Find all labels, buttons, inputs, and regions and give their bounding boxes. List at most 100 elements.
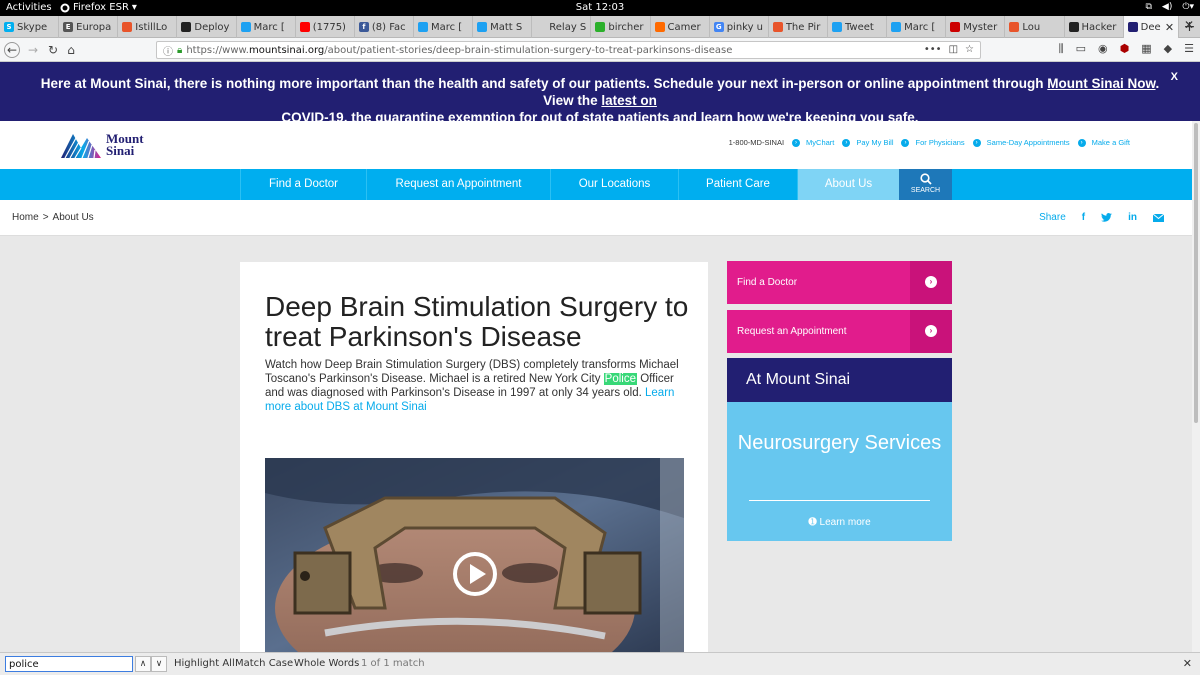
- find-match-highlight: Police: [603, 373, 637, 385]
- page-title: Deep Brain Stimulation Surgery to treat …: [265, 291, 689, 352]
- extension-icon[interactable]: ◆: [1164, 42, 1172, 56]
- favicon-icon: [181, 22, 192, 32]
- tab[interactable]: Marc [: [237, 16, 296, 38]
- tab[interactable]: bircher: [591, 16, 651, 38]
- ublock-icon[interactable]: ⬢: [1120, 42, 1130, 56]
- nav-find-a-doctor[interactable]: Find a Doctor: [240, 169, 366, 200]
- home-button[interactable]: ⌂: [62, 42, 80, 58]
- utility-link[interactable]: › Same-Day Appointments: [972, 138, 1070, 147]
- tab[interactable]: Marc [: [414, 16, 474, 38]
- tab[interactable]: Hacker: [1065, 16, 1124, 38]
- sidebar-icon[interactable]: ▭: [1076, 42, 1086, 56]
- pocket-icon[interactable]: ◫: [949, 44, 958, 55]
- tab[interactable]: Relay Sear: [532, 16, 592, 38]
- chevron-right-icon: ›: [972, 138, 981, 147]
- find-input[interactable]: [5, 656, 133, 672]
- lock-icon[interactable]: 🔒︎: [177, 45, 182, 56]
- tab[interactable]: The Pir: [769, 16, 828, 38]
- utility-link[interactable]: › Pay My Bill: [842, 138, 893, 147]
- favicon-icon: [891, 22, 902, 32]
- link-text: latest on: [601, 93, 657, 108]
- tab[interactable]: Myster: [946, 16, 1006, 38]
- highlight-all-toggle[interactable]: Highlight All: [174, 658, 235, 669]
- video-player[interactable]: [265, 458, 684, 652]
- tab[interactable]: S Skype: [0, 16, 60, 38]
- address-bar[interactable]: ⓘ 🔒︎ https://www.mountsinai.org/about/pa…: [156, 41, 981, 59]
- navigation-toolbar: ← → ↻ ⌂ ⓘ 🔒︎ https://www.mountsinai.org/…: [0, 38, 1200, 62]
- bookmark-star-icon[interactable]: ☆: [965, 44, 974, 55]
- find-previous-button[interactable]: ∧: [135, 656, 151, 672]
- tab[interactable]: E Europa: [59, 16, 119, 38]
- mount-sinai-now-link[interactable]: Mount Sinai Now: [1047, 76, 1155, 91]
- find-next-button[interactable]: ∨: [151, 656, 167, 672]
- match-case-toggle[interactable]: Match Case: [235, 658, 293, 669]
- url-text[interactable]: https://www.mountsinai.org/about/patient…: [186, 45, 732, 56]
- tab[interactable]: Lou: [1005, 16, 1065, 38]
- tab[interactable]: Marc [: [887, 16, 947, 38]
- play-icon: [470, 564, 486, 584]
- info-icon[interactable]: ⓘ: [163, 43, 173, 58]
- utility-link-label: MyChart: [806, 138, 835, 147]
- utility-link-label: Same-Day Appointments: [986, 138, 1070, 147]
- breadcrumb-current[interactable]: About Us: [53, 212, 94, 223]
- mount-sinai-logo[interactable]: Mount Sinai: [60, 131, 144, 159]
- tab-label: Matt S: [490, 21, 523, 33]
- scrollbar-thumb[interactable]: [1194, 123, 1198, 423]
- nav-request-appointment[interactable]: Request an Appointment: [366, 169, 550, 200]
- tab[interactable]: (1775): [296, 16, 355, 38]
- system-tray[interactable]: ⧉ ◀) ⏻▾: [1145, 2, 1194, 12]
- extension-icon[interactable]: ◉: [1098, 42, 1108, 56]
- page-actions-icon[interactable]: •••: [924, 44, 942, 55]
- page-scrollbar[interactable]: [1192, 121, 1200, 653]
- tab-close-icon[interactable]: ✕: [1165, 21, 1174, 34]
- cta-find-a-doctor[interactable]: Find a Doctor ›: [727, 261, 952, 304]
- find-close-icon[interactable]: ✕: [1183, 657, 1192, 670]
- breadcrumb-home[interactable]: Home: [12, 212, 39, 223]
- menu-icon[interactable]: ☰: [1184, 42, 1194, 56]
- email-icon[interactable]: [1153, 213, 1164, 222]
- tab[interactable]: Deploy: [177, 16, 237, 38]
- close-window-icon[interactable]: ✕: [1184, 18, 1194, 32]
- cta-label: Request an Appointment: [737, 326, 847, 337]
- utility-link[interactable]: › For Physicians: [901, 138, 965, 147]
- favicon-icon: f: [358, 22, 369, 32]
- tab[interactable]: Camer: [651, 16, 710, 38]
- favicon-icon: S: [4, 22, 14, 32]
- phone-number[interactable]: 1-800-MD-SINAI: [729, 138, 784, 147]
- tab[interactable]: f (8) Fac: [355, 16, 414, 38]
- nav-about-us[interactable]: About Us: [797, 169, 899, 200]
- back-button[interactable]: ←: [4, 42, 20, 58]
- share-label: Share: [1039, 212, 1066, 223]
- facebook-icon[interactable]: f: [1082, 212, 1085, 223]
- tab-label: Deploy: [194, 21, 230, 33]
- extension-icon[interactable]: ▦: [1141, 42, 1151, 56]
- tab[interactable]: Gpinky u: [710, 16, 769, 38]
- banner-close-button[interactable]: X: [1171, 69, 1178, 86]
- tab[interactable]: Tweet: [828, 16, 888, 38]
- nav-search-button[interactable]: SEARCH: [899, 169, 952, 200]
- whole-words-toggle[interactable]: Whole Words: [294, 658, 359, 669]
- favicon-icon: E: [63, 22, 74, 32]
- twitter-icon[interactable]: [1101, 213, 1113, 222]
- nav-our-locations[interactable]: Our Locations: [550, 169, 678, 200]
- forward-button[interactable]: →: [24, 42, 42, 58]
- clock[interactable]: Sat 12:03: [0, 2, 1200, 13]
- nav-patient-care[interactable]: Patient Care: [678, 169, 797, 200]
- reload-button[interactable]: ↻: [44, 42, 62, 58]
- tab-active[interactable]: Dee ✕: [1123, 16, 1180, 38]
- play-button[interactable]: [453, 552, 497, 596]
- forward-arrow-icon: →: [27, 43, 39, 57]
- linkedin-icon[interactable]: in: [1128, 212, 1137, 223]
- cta-request-appointment[interactable]: Request an Appointment ›: [727, 310, 952, 353]
- tab-label: Europa: [76, 21, 112, 33]
- tab[interactable]: Matt S: [473, 16, 533, 38]
- utility-link[interactable]: › Make a Gift: [1077, 138, 1130, 147]
- neurosurgery-card[interactable]: Neurosurgery Services ➊ Learn more: [727, 402, 952, 541]
- learn-more-link[interactable]: ➊ Learn more: [727, 517, 952, 528]
- utility-link[interactable]: › MyChart: [792, 138, 834, 147]
- tab-label: bircher: [608, 21, 644, 33]
- tab[interactable]: IstillLo: [118, 16, 178, 38]
- library-icon[interactable]: ⫼: [1059, 42, 1064, 56]
- at-mount-sinai-heading: At Mount Sinai: [727, 358, 952, 402]
- url-prefix: https://www.: [186, 44, 249, 56]
